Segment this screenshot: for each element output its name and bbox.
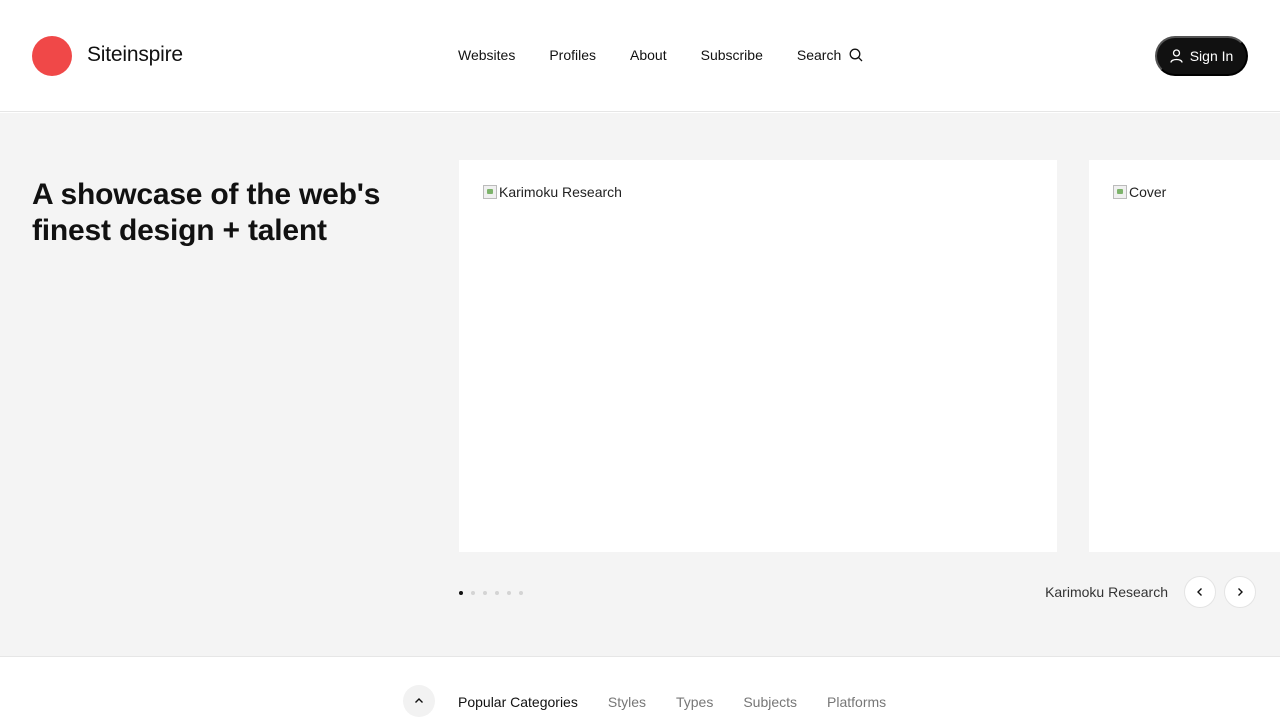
carousel-prev-button[interactable] (1184, 576, 1216, 608)
next-site-image-alt: Cover (1129, 184, 1167, 200)
chevron-up-icon (415, 698, 423, 703)
chevron-right-icon (1238, 588, 1243, 596)
carousel-dot[interactable] (507, 591, 511, 595)
carousel-pagination (459, 591, 531, 595)
tab-platforms[interactable]: Platforms (827, 694, 886, 710)
logo-mark[interactable] (32, 36, 72, 76)
site-header: Siteinspire Websites Profiles About Subs… (0, 0, 1280, 112)
nav-profiles[interactable]: Profiles (549, 47, 596, 63)
tab-popular-categories[interactable]: Popular Categories (458, 694, 578, 710)
nav-subscribe[interactable]: Subscribe (701, 47, 763, 63)
hero-section: A showcase of the web's finest design + … (0, 113, 1280, 656)
slide-caption[interactable]: Karimoku Research (1045, 584, 1168, 600)
carousel-dot[interactable] (471, 591, 475, 595)
next-site-card[interactable]: Cover (1089, 160, 1280, 552)
featured-site-image: Karimoku Research (483, 184, 622, 200)
broken-image-icon (483, 185, 497, 199)
nav-about[interactable]: About (630, 47, 667, 63)
tab-types[interactable]: Types (676, 694, 713, 710)
featured-site-image-alt: Karimoku Research (499, 184, 622, 200)
carousel-dot[interactable] (495, 591, 499, 595)
category-tabs: Popular Categories Styles Types Subjects… (458, 694, 916, 710)
brand-name[interactable]: Siteinspire (87, 43, 183, 67)
sign-in-button[interactable]: Sign In (1155, 36, 1248, 76)
collapse-categories-button[interactable] (403, 685, 435, 717)
sign-in-label: Sign In (1189, 48, 1234, 64)
search-icon (849, 48, 863, 62)
chevron-left-icon (1197, 588, 1202, 596)
carousel-dot[interactable] (483, 591, 487, 595)
carousel-next-button[interactable] (1224, 576, 1256, 608)
nav-search[interactable]: Search (797, 47, 863, 63)
carousel-dot[interactable] (459, 591, 463, 595)
nav-websites[interactable]: Websites (458, 47, 515, 63)
carousel-dot[interactable] (519, 591, 523, 595)
tab-styles[interactable]: Styles (608, 694, 646, 710)
user-icon (1170, 49, 1183, 63)
category-bar: Popular Categories Styles Types Subjects… (0, 656, 1280, 720)
next-site-image: Cover (1113, 184, 1166, 200)
main-nav: Websites Profiles About Subscribe Search (458, 47, 863, 63)
tab-subjects[interactable]: Subjects (743, 694, 797, 710)
search-label: Search (796, 47, 842, 63)
hero-tagline: A showcase of the web's finest design + … (32, 178, 381, 247)
broken-image-icon (1113, 185, 1127, 199)
featured-site-card[interactable]: Karimoku Research (459, 160, 1057, 552)
